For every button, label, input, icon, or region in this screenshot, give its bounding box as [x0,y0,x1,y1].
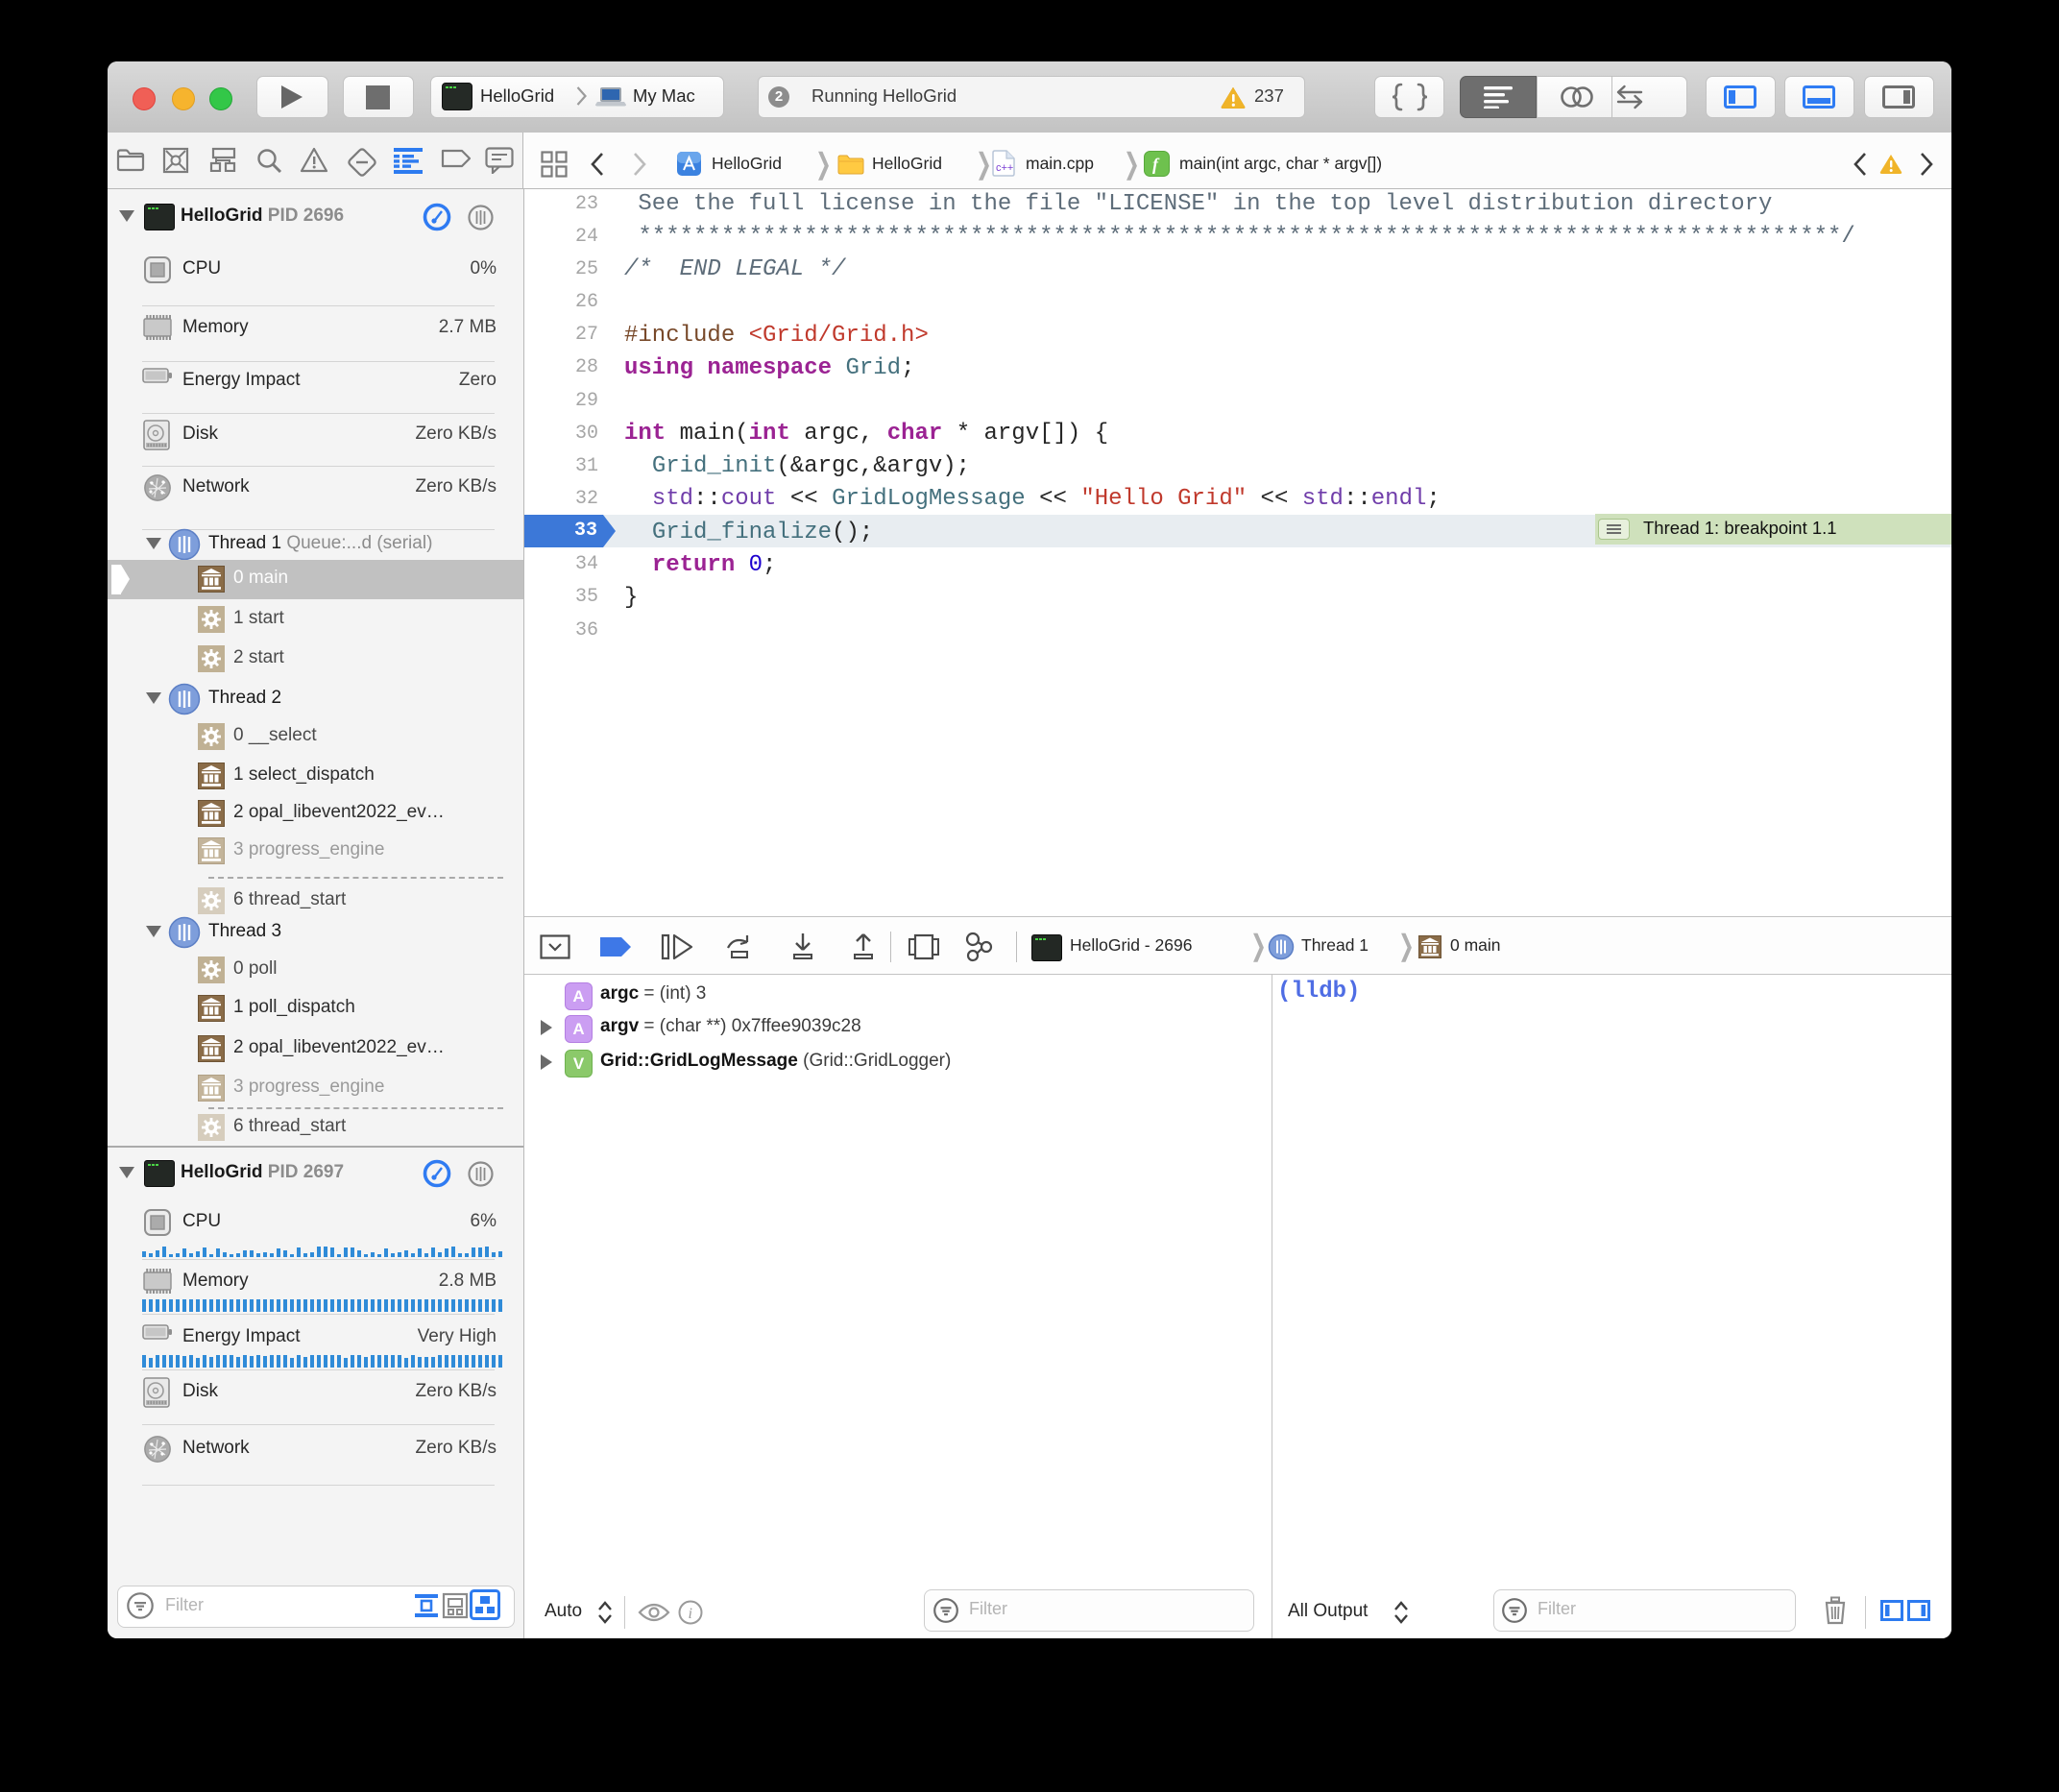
svg-text:c++: c++ [996,162,1013,174]
svg-text:i: i [689,1606,692,1622]
